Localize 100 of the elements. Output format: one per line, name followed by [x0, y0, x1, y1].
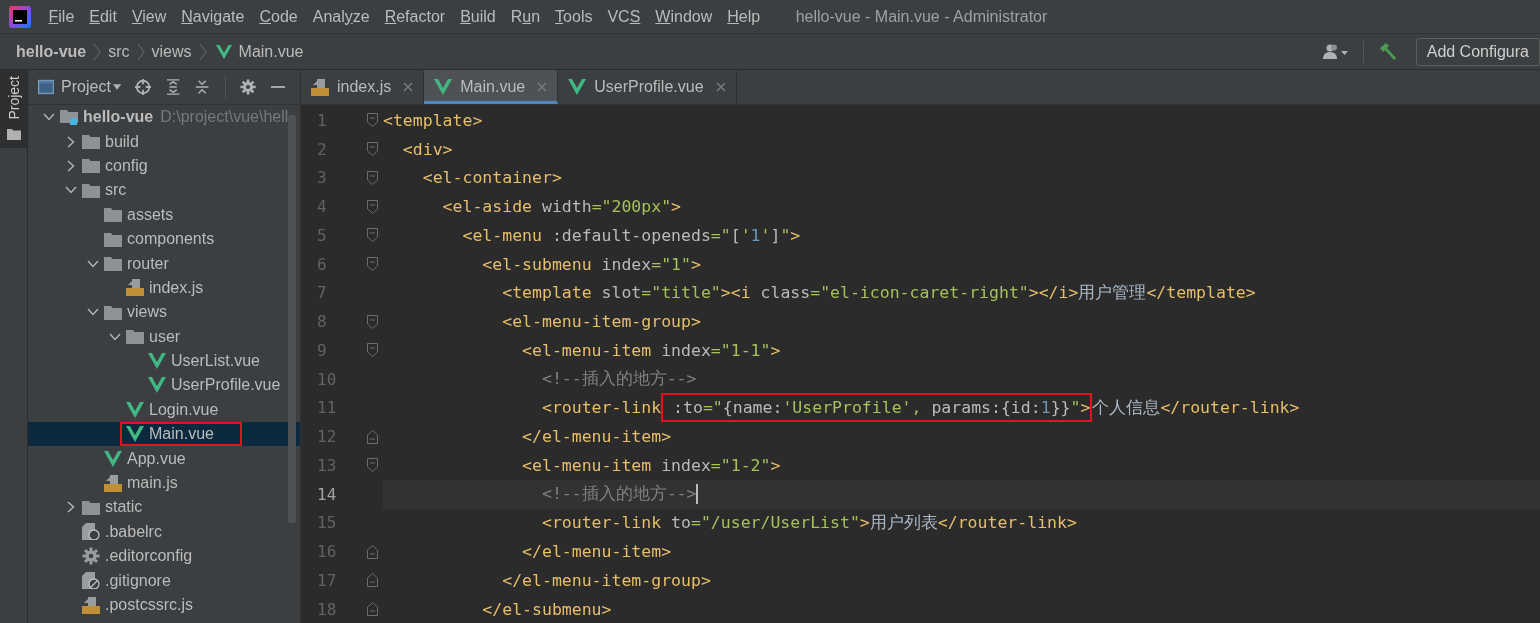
settings-file-icon	[82, 523, 100, 541]
tree-item[interactable]: .postcssrc.js	[28, 592, 300, 618]
code-line: <div>	[401, 139, 453, 159]
tree-item[interactable]: static	[28, 495, 300, 520]
target-icon[interactable]	[134, 78, 152, 96]
close-icon[interactable]	[715, 82, 726, 92]
caret-icon[interactable]	[112, 84, 121, 90]
code-line: <template slot="title"><i class="el-icon-caret-right"></i>用户管理</template>	[501, 281, 1256, 304]
tree-item[interactable]: hello-vue D:\project\vue\hell	[28, 105, 300, 130]
fold-end-icon[interactable]	[366, 429, 378, 444]
tree-item-label: .editorconfig	[105, 547, 193, 566]
editor-tab[interactable]: UserProfile.vue	[558, 70, 737, 104]
menu-item[interactable]: Refactor	[377, 7, 453, 26]
tree-item[interactable]: index.js	[28, 275, 300, 301]
expand-all-icon[interactable]	[166, 78, 181, 96]
tree-item[interactable]: App.vue	[28, 446, 300, 471]
chevron-right-icon[interactable]	[67, 501, 75, 514]
minimize-icon[interactable]	[270, 85, 285, 89]
vue-file-icon	[148, 353, 166, 370]
breadcrumb-item[interactable]: Main.vue	[238, 42, 304, 61]
fold-end-icon[interactable]	[366, 602, 378, 617]
close-icon[interactable]	[537, 82, 548, 92]
project-tool-tab[interactable]: Project	[0, 70, 27, 148]
line-number: 16	[316, 541, 338, 564]
breadcrumb-item[interactable]: views	[151, 42, 192, 61]
tree-item-label: main.js	[127, 474, 178, 493]
code-line: </el-submenu>	[481, 599, 612, 619]
tree-item[interactable]: src	[28, 178, 300, 203]
chevron-down-icon[interactable]	[109, 332, 121, 341]
tree-item[interactable]: config	[28, 153, 300, 179]
fold-marker-icon[interactable]	[366, 343, 378, 358]
tree-item[interactable]: .editorconfig	[28, 544, 300, 569]
tree-item-label: config	[105, 156, 148, 175]
tree-item[interactable]: main.js	[28, 470, 300, 496]
code-line: </el-menu-item>	[521, 542, 672, 562]
code-line: <el-menu-item index="1-1">	[521, 340, 781, 360]
chevron-right-icon[interactable]	[67, 135, 75, 148]
breadcrumb-item[interactable]: src	[108, 42, 130, 61]
add-configuration-button[interactable]: Add Configura	[1415, 37, 1540, 66]
ignored-file-icon	[82, 572, 100, 590]
user-dropdown-icon[interactable]	[1322, 43, 1349, 60]
fold-end-icon[interactable]	[366, 544, 378, 559]
chevron-right-icon[interactable]	[67, 159, 75, 172]
menu-item[interactable]: Tools	[547, 7, 600, 26]
folder-icon	[82, 158, 100, 174]
tree-item[interactable]: Main.vue	[28, 422, 300, 447]
menu-item[interactable]: Code	[251, 7, 306, 26]
fold-end-icon[interactable]	[366, 573, 378, 588]
tree-item[interactable]: components	[28, 226, 300, 252]
tree-item-label: components	[127, 230, 215, 249]
tree-item-label: .babelrc	[105, 522, 162, 541]
fold-marker-icon[interactable]	[366, 257, 378, 272]
line-number: 18	[316, 598, 338, 621]
line-number: 10	[316, 368, 338, 391]
fold-marker-icon[interactable]	[366, 170, 378, 185]
line-number: 14	[316, 483, 338, 506]
tree-item[interactable]: .gitignore	[28, 568, 300, 593]
tree-item[interactable]: build	[28, 129, 300, 154]
menu-item[interactable]: Build	[452, 7, 504, 26]
menu-item[interactable]: VCS	[599, 7, 648, 26]
tree-item[interactable]: .babelrc	[28, 519, 300, 545]
tree-item[interactable]: UserProfile.vue	[28, 373, 300, 398]
module-folder-icon	[60, 109, 78, 126]
chevron-icon	[198, 41, 207, 62]
menu-item[interactable]: Window	[647, 7, 720, 26]
gear-icon	[82, 547, 100, 566]
tree-item[interactable]: assets	[28, 202, 300, 227]
menu-item[interactable]: View	[124, 7, 174, 26]
fold-marker-icon[interactable]	[366, 314, 378, 329]
chevron-down-icon[interactable]	[43, 113, 55, 122]
editor-tab[interactable]: Main.vue	[424, 70, 559, 104]
hammer-icon[interactable]	[1377, 41, 1398, 62]
scrollbar-thumb[interactable]	[288, 115, 296, 523]
tree-item[interactable]: Login.vue	[28, 397, 300, 423]
tree-item[interactable]: UserList.vue	[28, 348, 300, 374]
chevron-down-icon[interactable]	[87, 259, 99, 268]
fold-marker-icon[interactable]	[366, 199, 378, 214]
tree-item[interactable]: views	[28, 300, 300, 325]
settings-icon[interactable]	[239, 78, 256, 96]
tree-item-label: Login.vue	[149, 400, 219, 419]
fold-marker-icon[interactable]	[366, 142, 378, 157]
menu-item[interactable]: Edit	[81, 7, 125, 26]
fold-marker-icon[interactable]	[366, 113, 378, 128]
menu-item[interactable]: Analyze	[305, 7, 378, 26]
tree-item[interactable]: router	[28, 251, 300, 276]
breadcrumb-item[interactable]: hello-vue	[16, 42, 87, 61]
path-hint: D:\project\vue\hell	[160, 108, 289, 127]
tree-item[interactable]: user	[28, 324, 300, 349]
close-icon[interactable]	[403, 82, 414, 92]
collapse-all-icon[interactable]	[195, 78, 210, 96]
tool-window-title[interactable]: Project	[61, 78, 111, 96]
menu-item[interactable]: Run	[503, 7, 548, 26]
fold-marker-icon[interactable]	[366, 458, 378, 473]
menu-item[interactable]: Navigate	[173, 7, 252, 26]
chevron-down-icon[interactable]	[87, 308, 99, 317]
fold-marker-icon[interactable]	[366, 228, 378, 243]
menu-item[interactable]: File	[41, 7, 82, 26]
chevron-down-icon[interactable]	[65, 186, 77, 195]
line-number: 12	[316, 426, 338, 449]
menu-item[interactable]: Help	[719, 7, 768, 26]
